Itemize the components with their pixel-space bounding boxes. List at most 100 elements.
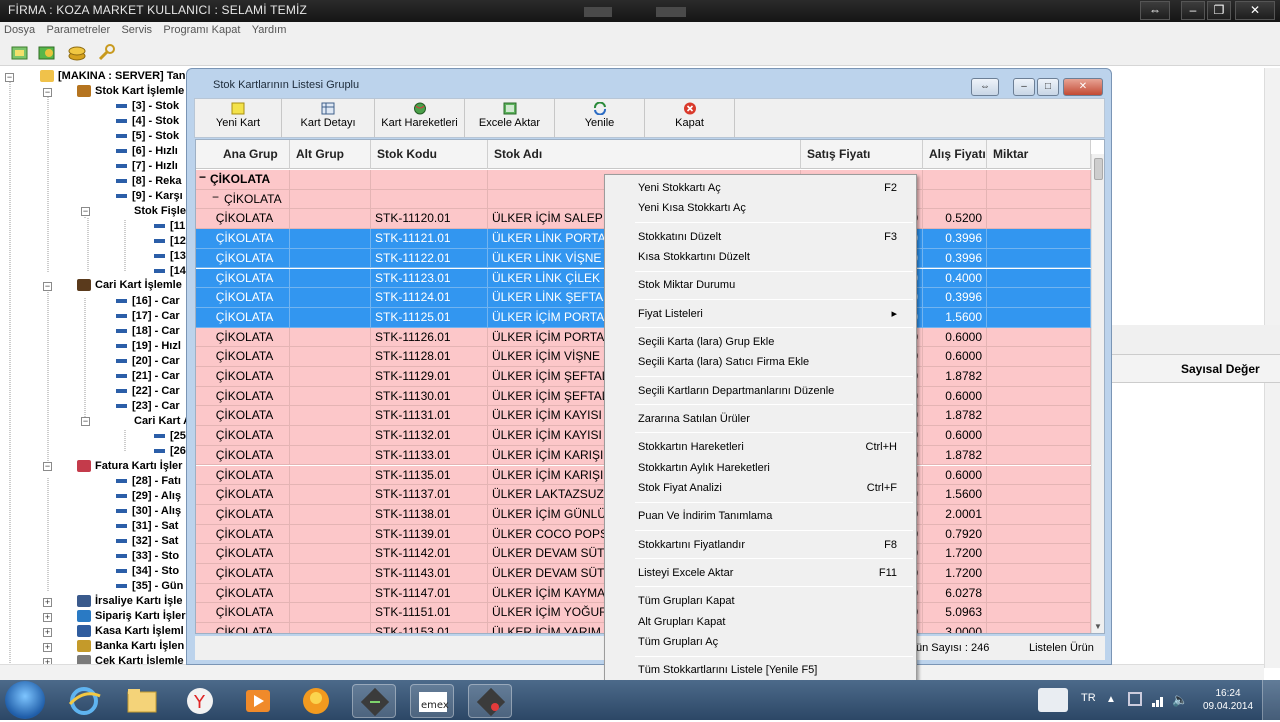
tree-stok-item-2[interactable]: [5] - Stok: [116, 129, 179, 144]
ie-icon[interactable]: [62, 684, 106, 718]
explorer-icon[interactable]: [120, 684, 164, 718]
tree-cari-sub-item-0[interactable]: [25: [154, 429, 186, 444]
col-stok-adi[interactable]: Stok Adı: [488, 140, 801, 169]
window-maximize-button[interactable]: □: [1037, 78, 1059, 96]
expand-fatura-icon[interactable]: −: [43, 462, 52, 471]
new-window-tool-icon[interactable]: [10, 44, 30, 62]
expand-group-icon[interactable]: +: [43, 598, 52, 607]
context-menu-item[interactable]: Fiyat Listeleri ▸: [638, 304, 903, 324]
show-desktop-button[interactable]: [1262, 680, 1280, 720]
menu-servis[interactable]: Servis: [117, 22, 156, 36]
kart-detayi-button[interactable]: Kart Detayı: [282, 99, 375, 137]
context-menu-item[interactable]: Zararına Satılan Ürüler: [638, 409, 903, 429]
tree-root[interactable]: [MAKINA : SERVER] Tanı: [40, 69, 189, 84]
close-button[interactable]: ✕: [1235, 1, 1275, 20]
context-menu-item[interactable]: Stok Fiyat Analizi Ctrl+F: [638, 478, 903, 498]
tree-cari-item-6[interactable]: [22] - Car: [116, 384, 180, 399]
context-menu-item[interactable]: Puan Ve İndirim Tanımlama: [638, 506, 903, 526]
tree-cari-sub-item-1[interactable]: [26: [154, 444, 186, 459]
expand-cari-sub-icon[interactable]: −: [81, 417, 90, 426]
context-menu-item[interactable]: Kısa Stokkartını Düzelt: [638, 247, 903, 267]
tree-stok-fis-item-2[interactable]: [13: [154, 249, 186, 264]
col-alis-fiyati[interactable]: Alış Fiyatı: [923, 140, 987, 169]
tree-other-group-3[interactable]: Banka Kartı İşlen: [77, 639, 184, 654]
yenile-button[interactable]: Yenile: [555, 99, 645, 137]
tree-cari-item-1[interactable]: [17] - Car: [116, 309, 180, 324]
tree-fatura-item-0[interactable]: [28] - Fatı: [116, 474, 181, 489]
tray-arrow-icon[interactable]: ▲: [1106, 694, 1116, 705]
tree-other-group-2[interactable]: Kasa Kartı İşleml: [77, 624, 184, 639]
yandex-icon[interactable]: Y: [178, 684, 222, 718]
tree-cari-item-3[interactable]: [19] - Hızl: [116, 339, 181, 354]
signal-icon[interactable]: [1152, 693, 1166, 707]
context-menu-item[interactable]: Stokkartını Fiyatlandır F8: [638, 535, 903, 555]
collapse-group-icon[interactable]: −: [199, 170, 206, 184]
tree-stok-item-3[interactable]: [6] - Hızlı: [116, 144, 178, 159]
tree-cari-group[interactable]: Cari Kart İşlemle: [77, 278, 182, 293]
tree-cari-item-0[interactable]: [16] - Car: [116, 294, 180, 309]
kapat-button[interactable]: Kapat: [645, 99, 735, 137]
expand-group-icon[interactable]: +: [43, 643, 52, 652]
context-menu-item[interactable]: Tüm Stokkartlarını Listele [Yenile F5]: [638, 660, 903, 680]
context-menu-item[interactable]: Stok Miktar Durumu: [638, 275, 903, 295]
tree-stok-fis-item-0[interactable]: [11: [154, 219, 185, 234]
menu-parametreler[interactable]: Parametreler: [43, 22, 115, 36]
context-menu-item[interactable]: Yeni Kısa Stokkartı Aç: [638, 198, 903, 218]
expand-group-icon[interactable]: +: [43, 628, 52, 637]
tree-cari-item-2[interactable]: [18] - Car: [116, 324, 180, 339]
tree-stok-fis-item-1[interactable]: [12: [154, 234, 186, 249]
collapse-subgroup-icon[interactable]: −: [212, 190, 219, 204]
grid-vertical-scrollbar[interactable]: ▼: [1091, 154, 1104, 633]
speaker-icon[interactable]: 🔈: [1172, 692, 1188, 708]
tree-cari-item-7[interactable]: [23] - Car: [116, 399, 180, 414]
col-miktar[interactable]: Miktar: [987, 140, 1091, 169]
pen-tablet-icon[interactable]: [1038, 688, 1068, 712]
restore-arrows-button[interactable]: ⇔: [1140, 1, 1170, 20]
system-clock[interactable]: 16:24 09.04.2014: [1200, 687, 1256, 713]
context-menu-item[interactable]: Listeyi Excele Aktar F11: [638, 563, 903, 583]
window-close-button[interactable]: ✕: [1063, 78, 1103, 96]
col-ana-grup[interactable]: Ana Grup: [196, 140, 290, 169]
context-menu-item[interactable]: Alt Grupları Kapat: [638, 612, 903, 632]
orange-app-icon[interactable]: [294, 684, 338, 718]
context-menu-item[interactable]: Seçili Karta (lara) Grup Ekle: [638, 332, 903, 352]
context-menu-item[interactable]: Stokkartın Aylık Hareketleri: [638, 458, 903, 478]
menu-yardim[interactable]: Yardım: [248, 22, 291, 36]
tree-cari-item-4[interactable]: [20] - Car: [116, 354, 180, 369]
excel-app-icon[interactable]: [352, 684, 396, 718]
tree-stok-item-4[interactable]: [7] - Hızlı: [116, 159, 178, 174]
tree-stok-item-0[interactable]: [3] - Stok: [116, 99, 179, 114]
tree-stok-item-1[interactable]: [4] - Stok: [116, 114, 179, 129]
tree-fatura-item-1[interactable]: [29] - Alış: [116, 489, 181, 504]
tree-fatura-item-7[interactable]: [35] - Gün: [116, 579, 183, 594]
menu-dosya[interactable]: Dosya: [0, 22, 39, 36]
expand-group-icon[interactable]: +: [43, 613, 52, 622]
context-menu-item[interactable]: Seçili Karta (lara) Satıcı Firma Ekle: [638, 352, 903, 372]
start-orb[interactable]: [5, 681, 45, 719]
wrench-tool-icon[interactable]: [96, 44, 116, 62]
window-restore-arrows-button[interactable]: ⇔: [971, 78, 999, 96]
language-indicator[interactable]: TR: [1081, 692, 1096, 704]
context-menu-item[interactable]: Seçili Kartların Departmanlarını Düzenle: [638, 381, 903, 401]
window-minimize-button[interactable]: –: [1013, 78, 1035, 96]
tree-other-group-1[interactable]: Sipariş Kartı İşler: [77, 609, 186, 624]
expand-stok-fis-icon[interactable]: −: [81, 207, 90, 216]
expand-cari-icon[interactable]: −: [43, 282, 52, 291]
tree-stok-fis-item-3[interactable]: [14: [154, 264, 186, 279]
minimize-button[interactable]: –: [1181, 1, 1205, 20]
tree-fatura-item-6[interactable]: [34] - Sto: [116, 564, 179, 579]
tree-fatura-item-5[interactable]: [33] - Sto: [116, 549, 179, 564]
tree-stok-group[interactable]: Stok Kart İşlemle: [77, 84, 184, 99]
network-flag-icon[interactable]: [1128, 692, 1142, 706]
tree-other-group-0[interactable]: İrsaliye Kartı İşle: [77, 594, 182, 609]
yeni-kart-button[interactable]: Yeni Kart: [195, 99, 282, 137]
tree-cari-item-5[interactable]: [21] - Car: [116, 369, 180, 384]
emex-icon[interactable]: emex: [410, 684, 454, 718]
expand-stok-icon[interactable]: −: [43, 88, 52, 97]
col-alt-grup[interactable]: Alt Grup: [290, 140, 371, 169]
maximize-button[interactable]: ❐: [1207, 1, 1231, 20]
tree-stok-item-6[interactable]: [9] - Karşı: [116, 189, 183, 204]
tree-fatura-item-2[interactable]: [30] - Alış: [116, 504, 181, 519]
module-tool-icon[interactable]: [37, 44, 57, 62]
context-menu-item[interactable]: Stokkartın Hareketleri Ctrl+H: [638, 437, 903, 457]
